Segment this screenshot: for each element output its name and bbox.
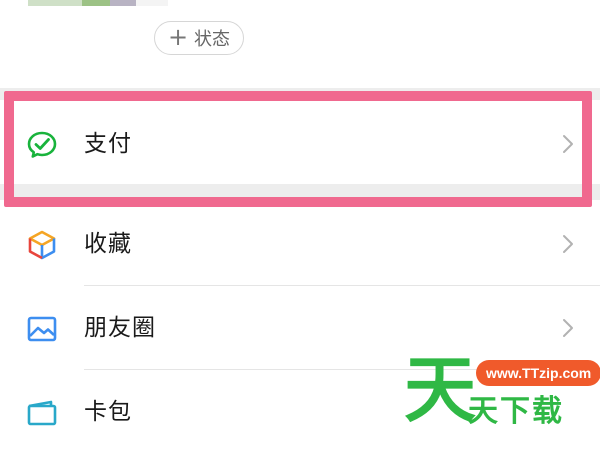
menu-item-label: 支付	[84, 131, 132, 157]
watermark-text: 天下载	[468, 394, 564, 429]
chevron-right-icon	[563, 235, 573, 253]
profile-header: + 状态	[0, 0, 600, 88]
menu-item-pay[interactable]: 支付	[0, 102, 600, 186]
section-separator	[0, 184, 600, 200]
profile-color-swatches	[28, 0, 168, 6]
menu-item-label: 收藏	[84, 231, 132, 257]
plus-icon: +	[167, 23, 189, 51]
watermark-big-char: 天	[404, 348, 477, 432]
moments-picture-icon	[27, 316, 57, 342]
add-status-button[interactable]: + 状态	[154, 21, 244, 55]
watermark-url: www.TTzip.com	[476, 360, 600, 386]
chevron-right-icon	[563, 319, 573, 337]
section-separator	[0, 88, 600, 100]
favorites-cube-icon	[28, 230, 56, 260]
card-wallet-icon	[27, 400, 57, 426]
wechat-pay-icon	[27, 131, 57, 158]
menu-item-label: 卡包	[84, 399, 132, 425]
add-status-label: 状态	[194, 29, 231, 50]
chevron-right-icon	[563, 135, 573, 153]
menu-item-label: 朋友圈	[84, 315, 156, 341]
menu-item-favorites[interactable]: 收藏	[0, 202, 600, 286]
watermark-logo: 天 www.TTzip.com 天下载	[404, 348, 600, 444]
